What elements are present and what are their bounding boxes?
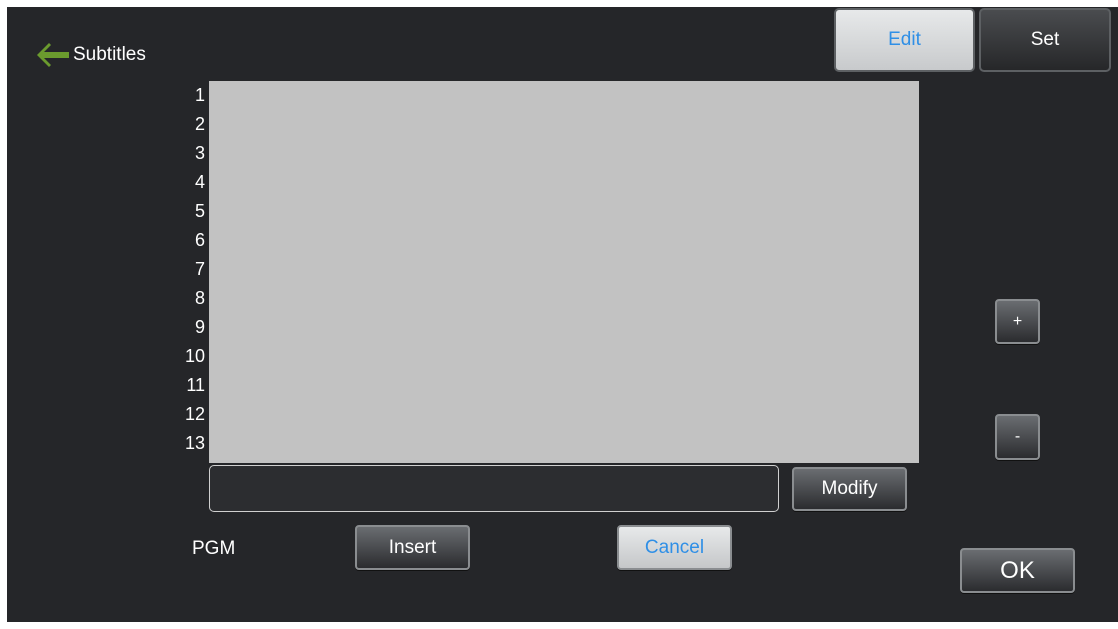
line-number: 13: [184, 433, 205, 453]
insert-button[interactable]: Insert: [355, 525, 470, 570]
line-number: 8: [194, 288, 205, 308]
modify-button[interactable]: Modify: [792, 467, 907, 511]
subtitle-edit-field[interactable]: [209, 465, 779, 512]
minus-button[interactable]: -: [995, 414, 1040, 460]
line-numbers: 1 2 3 4 5 6 7 8 9 10 11 12 13: [170, 81, 205, 458]
line-number: 9: [194, 317, 205, 337]
line-number: 1: [194, 85, 205, 105]
plus-button[interactable]: +: [995, 299, 1040, 344]
pgm-label: PGM: [192, 538, 236, 559]
tab-edit[interactable]: Edit: [834, 8, 975, 72]
line-number: 6: [194, 230, 205, 250]
subtitle-text-area[interactable]: [209, 81, 919, 463]
line-number: 4: [194, 172, 205, 192]
line-number: 12: [184, 404, 205, 424]
line-number: 3: [194, 143, 205, 163]
line-number: 10: [184, 346, 205, 366]
arrow-left-icon: [37, 43, 69, 67]
line-number: 11: [186, 375, 205, 395]
line-number: 7: [194, 259, 205, 279]
back-button[interactable]: Subtitles: [37, 42, 146, 68]
page-title: Subtitles: [73, 44, 146, 65]
cancel-button[interactable]: Cancel: [617, 525, 732, 570]
line-number: 5: [194, 201, 205, 221]
line-number: 2: [194, 114, 205, 134]
ok-button[interactable]: OK: [960, 548, 1075, 593]
tab-set[interactable]: Set: [979, 8, 1111, 72]
